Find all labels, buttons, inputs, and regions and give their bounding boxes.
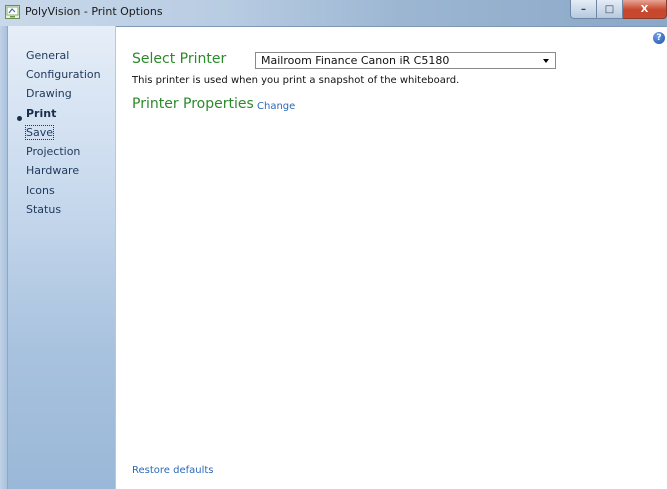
sidebar-item-drawing[interactable]: Drawing	[26, 87, 72, 100]
title-bar: PolyVision - Print Options – □ X	[0, 0, 667, 27]
window-title: PolyVision - Print Options	[25, 5, 163, 18]
restore-defaults-link[interactable]: Restore defaults	[132, 465, 214, 476]
sidebar-item-icons[interactable]: Icons	[26, 184, 55, 197]
sidebar-item-general[interactable]: General	[26, 49, 69, 62]
window-frame-left	[0, 26, 8, 489]
printer-properties-heading: Printer Properties	[132, 96, 254, 112]
close-button[interactable]: X	[623, 0, 667, 19]
sidebar-item-configuration[interactable]: Configuration	[26, 68, 101, 81]
minimize-button[interactable]: –	[570, 0, 597, 19]
help-icon[interactable]: ?	[653, 32, 665, 44]
sidebar-item-status[interactable]: Status	[26, 203, 61, 216]
select-printer-heading: Select Printer	[132, 51, 227, 67]
window-controls: – □ X	[570, 0, 667, 19]
chevron-down-icon	[543, 59, 549, 63]
maximize-button[interactable]: □	[597, 0, 623, 19]
app-icon	[5, 5, 20, 19]
printer-select[interactable]: Mailroom Finance Canon iR C5180	[255, 52, 556, 69]
sidebar-item-save[interactable]: Save	[24, 125, 55, 140]
change-link[interactable]: Change	[257, 101, 295, 112]
sidebar-item-print[interactable]: Print	[26, 107, 56, 120]
printer-select-value: Mailroom Finance Canon iR C5180	[261, 54, 450, 67]
sidebar-item-projection[interactable]: Projection	[26, 145, 80, 158]
printer-description: This printer is used when you print a sn…	[132, 75, 460, 86]
active-item-bullet	[17, 116, 22, 121]
sidebar-item-hardware[interactable]: Hardware	[26, 164, 79, 177]
